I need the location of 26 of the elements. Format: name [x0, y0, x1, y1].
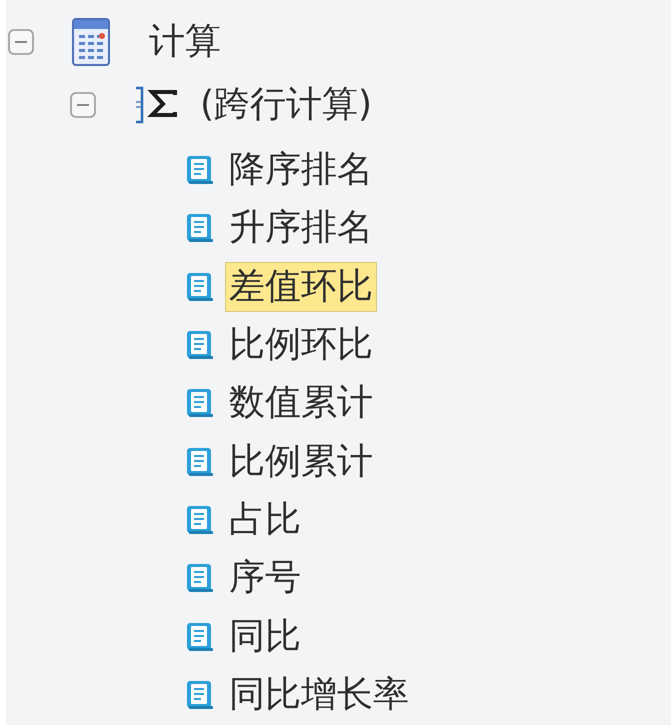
document-icon [186, 504, 214, 535]
tree-item[interactable]: 同比 [226, 612, 304, 661]
document-icon [186, 563, 214, 594]
tree-item[interactable]: (跨行计算) [197, 81, 376, 129]
document-icon [186, 272, 214, 302]
tree-item[interactable]: 降序排名 [226, 146, 376, 194]
document-icon [186, 446, 214, 477]
tree-item[interactable]: 升序排名 [226, 204, 376, 252]
collapse-toggle[interactable] [8, 29, 34, 55]
tree-item[interactable]: 比例累计 [226, 438, 376, 486]
tree-item[interactable]: 同比增长率 [226, 670, 412, 719]
tree-item[interactable]: 数值累计 [226, 379, 376, 428]
document-icon [186, 213, 214, 244]
sigma-icon [133, 85, 179, 125]
document-icon [186, 622, 214, 652]
tree-item[interactable]: 序号 [226, 554, 304, 602]
tree-item[interactable]: 差值环比 [226, 262, 376, 311]
document-icon [186, 388, 214, 418]
document-icon [186, 680, 214, 710]
document-icon [186, 330, 214, 360]
spreadsheet-icon [72, 18, 110, 66]
tree-item[interactable]: 比例环比 [226, 321, 376, 370]
tree-item[interactable]: 占比 [226, 496, 304, 544]
document-icon [186, 155, 214, 186]
collapse-toggle[interactable] [70, 92, 96, 118]
tree-item[interactable]: 计算 [146, 18, 224, 66]
